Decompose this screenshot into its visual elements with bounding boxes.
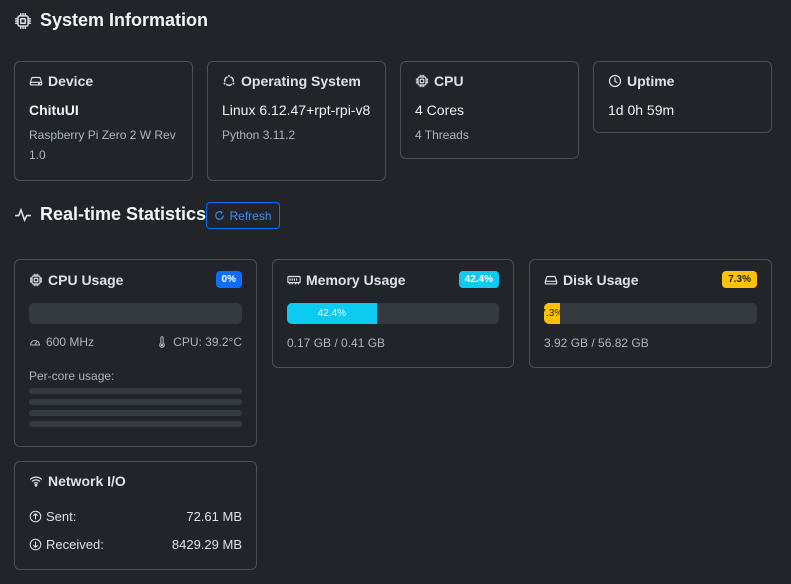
memory-icon (287, 275, 301, 284)
network-sent: Sent: (29, 509, 76, 524)
arrow-up-circle-icon (29, 510, 42, 523)
disk-usage-title: Disk Usage (544, 272, 638, 288)
cpu-info-label: CPU (434, 73, 464, 89)
network-sent-value: 72.61 MB (186, 509, 242, 524)
network-sent-label: Sent: (46, 509, 77, 524)
realtime-title: Real-time Statistics (14, 204, 206, 225)
cpu-temp-value: CPU: 39.2°C (173, 335, 242, 349)
network-label: Network I/O (48, 473, 126, 489)
memory-usage-label: Memory Usage (306, 271, 406, 288)
uptime-label: Uptime (627, 73, 675, 89)
cpu-threads: 4 Threads (415, 128, 469, 142)
os-python: Python 3.11.2 (222, 128, 296, 142)
disk-progress-bar: 7.3% (544, 303, 757, 324)
device-label: Device (48, 73, 94, 89)
cpu-icon (29, 273, 43, 286)
disk-progress-fill: 7.3% (544, 303, 560, 324)
ubuntu-icon (222, 74, 236, 87)
memory-usage-header: Memory Usage 42.4% (287, 271, 499, 288)
cpu-info-card: CPU 4 Cores 4 Threads (400, 61, 579, 159)
refresh-icon (215, 211, 225, 220)
hdd-icon (29, 76, 43, 86)
cpu-freq-value: 600 MHz (46, 335, 95, 349)
clock-icon (608, 74, 622, 88)
refresh-label: Refresh (229, 208, 272, 223)
network-card: Network I/O Sent: 72.61 MB Received: 842… (14, 461, 257, 570)
cpu-freq: 600 MHz (29, 335, 94, 349)
os-card-header: Operating System (222, 73, 371, 89)
arrow-down-circle-icon (29, 538, 42, 551)
memory-usage-title: Memory Usage (287, 272, 406, 288)
cpu-usage-badge: 0% (215, 271, 242, 288)
hdd-icon (544, 275, 558, 285)
network-title: Network I/O (29, 473, 126, 489)
cpu-detail-row: 600 MHz CPU: 39.2°C (29, 335, 242, 349)
uptime-value: 1d 0h 59m (608, 102, 675, 118)
core-bar-3 (29, 410, 242, 416)
memory-progress-bar: 42.4% (287, 303, 499, 324)
thermometer-icon (159, 336, 165, 348)
cpu-temp: CPU: 39.2°C (156, 335, 242, 349)
uptime-card: Uptime 1d 0h 59m (593, 61, 772, 133)
system-info-title: System Information (14, 10, 208, 31)
device-name: ChituUI (29, 102, 79, 118)
uptime-card-header: Uptime (608, 73, 757, 89)
realtime-title-text: Real-time Statistics (40, 204, 207, 224)
network-header: Network I/O (29, 473, 242, 489)
cpu-usage-title: CPU Usage (29, 272, 123, 288)
cpu-info-header: CPU (415, 73, 564, 89)
core-bar-4 (29, 421, 242, 427)
os-label: Operating System (241, 73, 361, 89)
system-info-title-text: System Information (40, 10, 209, 30)
disk-detail-text: 3.92 GB / 56.82 GB (544, 336, 649, 350)
network-received: Received: (29, 537, 104, 552)
cpu-usage-label: CPU Usage (48, 271, 124, 288)
cpu-icon (415, 74, 429, 88)
network-received-value: 8429.29 MB (171, 537, 242, 552)
memory-usage-card: Memory Usage 42.4% 42.4% 0.17 GB / 0.41 … (272, 259, 514, 368)
cpu-cores: 4 Cores (415, 102, 465, 118)
device-card: Device ChituUI Raspberry Pi Zero 2 W Rev… (14, 61, 193, 181)
memory-detail-text: 0.17 GB / 0.41 GB (287, 336, 386, 350)
device-card-header: Device (29, 73, 178, 89)
disk-detail: 3.92 GB / 56.82 GB (544, 336, 757, 350)
speedometer-icon (29, 339, 41, 346)
disk-usage-badge: 7.3% (722, 271, 757, 288)
refresh-button[interactable]: Refresh (206, 202, 280, 229)
memory-detail: 0.17 GB / 0.41 GB (287, 336, 499, 350)
wifi-icon (29, 476, 43, 487)
per-core-label: Per-core usage: (29, 369, 242, 383)
core-bar-2 (29, 399, 242, 405)
cpu-usage-header: CPU Usage 0% (29, 271, 242, 288)
os-kernel: Linux 6.12.47+rpt-rpi-v8 (222, 102, 371, 118)
memory-usage-badge: 42.4% (458, 271, 499, 288)
disk-usage-header: Disk Usage 7.3% (544, 271, 757, 288)
activity-icon (15, 207, 31, 222)
per-core-label-text: Per-core usage: (29, 369, 115, 383)
cpu-progress-bar (29, 303, 242, 324)
network-received-row: Received: 8429.29 MB (29, 537, 242, 552)
device-model: Raspberry Pi Zero 2 W Rev 1.0 (29, 128, 176, 162)
core-bar-1 (29, 388, 242, 394)
disk-usage-label: Disk Usage (563, 271, 639, 288)
cpu-usage-card: CPU Usage 0% 600 MHz CPU: 39.2°C Per-cor… (14, 259, 257, 447)
memory-progress-fill: 42.4% (287, 303, 377, 324)
os-card: Operating System Linux 6.12.47+rpt-rpi-v… (207, 61, 386, 181)
network-sent-row: Sent: 72.61 MB (29, 509, 242, 524)
cpu-icon (15, 12, 31, 29)
disk-usage-card: Disk Usage 7.3% 7.3% 3.92 GB / 56.82 GB (529, 259, 772, 368)
network-received-label: Received: (46, 537, 104, 552)
